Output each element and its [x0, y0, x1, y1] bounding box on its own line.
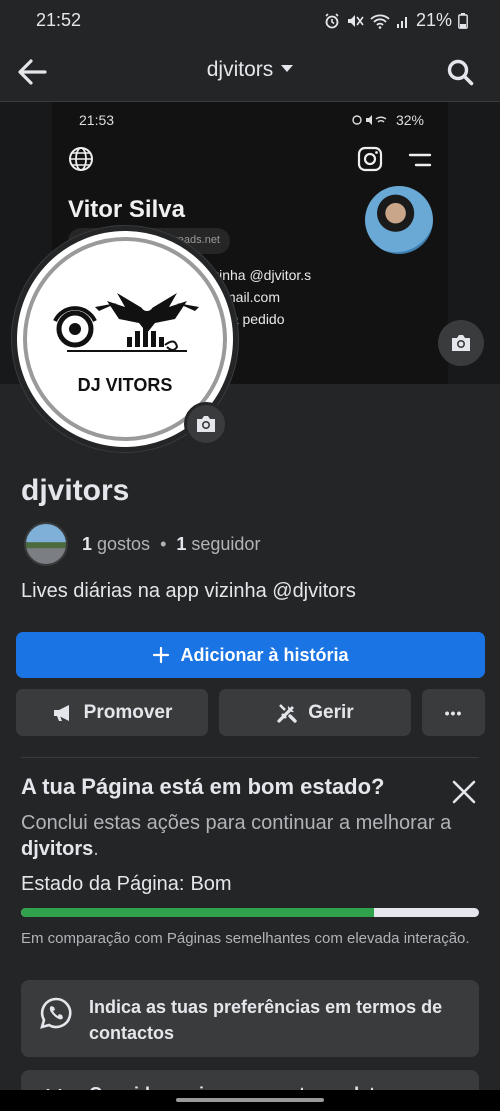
cover-profile-name: Vitor Silva [68, 196, 185, 223]
page-health-subtitle: Conclui estas ações para continuar a mel… [21, 810, 461, 862]
battery-icon [458, 12, 468, 29]
cover-status-icons: 32% [352, 112, 424, 128]
tools-icon [277, 703, 297, 723]
more-options-icon: ••• [444, 704, 463, 721]
top-app-bar: djvitors [0, 42, 500, 102]
promote-button[interactable]: Promover [16, 689, 208, 736]
likes-label: gostos [97, 533, 151, 554]
dismiss-health-button[interactable] [448, 776, 480, 808]
page-status-label: Estado da Página: [21, 873, 185, 895]
profile-logo-text: DJ VITORS [77, 375, 173, 395]
menu-icon [408, 152, 432, 173]
cover-avatar [365, 186, 433, 254]
stats-separator: • [160, 533, 167, 554]
page-status: Estado da Página: Bom [21, 873, 232, 896]
edit-profile-picture-button[interactable] [184, 402, 228, 446]
task-contact-preferences[interactable]: Indica as tuas preferências em termos de… [21, 980, 479, 1057]
plus-icon [153, 646, 170, 664]
page-status-value: Bom [190, 873, 232, 895]
cover-status-time: 21:53 [79, 112, 115, 128]
globe-icon [68, 146, 94, 177]
page-bio: Lives diárias na app vizinha @djvitors [21, 580, 356, 602]
page-switcher[interactable]: djvitors [0, 58, 500, 82]
page-health-comparison: Em comparação com Páginas semelhantes co… [21, 930, 470, 947]
page-stats[interactable]: 1 gostos • 1 seguidor [24, 522, 260, 566]
manage-label: Gerir [308, 701, 354, 723]
likes-count: 1 [82, 533, 93, 554]
search-button[interactable] [442, 54, 478, 90]
status-icons: 21% [324, 10, 468, 31]
add-to-story-label: Adicionar à história [180, 644, 349, 665]
health-subtitle-page: djvitors [21, 838, 94, 860]
liker-avatar [24, 522, 68, 566]
caret-down-icon [281, 64, 294, 72]
system-navigation-bar [0, 1090, 500, 1111]
followers-count: 1 [176, 533, 187, 554]
followers-label: seguidor [191, 533, 261, 554]
health-subtitle-text: Conclui estas ações para continuar a mel… [21, 812, 452, 834]
promote-label: Promover [83, 701, 173, 723]
add-to-story-button[interactable]: Adicionar à história [16, 632, 485, 678]
camera-icon [452, 335, 470, 351]
section-divider [21, 757, 479, 758]
page-health-title: A tua Página está em bom estado? [21, 774, 385, 799]
megaphone-icon [53, 704, 69, 721]
dj-logo-icon [53, 293, 199, 352]
search-icon [447, 59, 474, 86]
page-title: djvitors [21, 474, 130, 507]
alarm-icon [324, 12, 340, 29]
page-switcher-label: djvitors [206, 58, 274, 81]
task-contact-preferences-label: Indica as tuas preferências em termos de… [89, 997, 443, 1043]
manage-button[interactable]: Gerir [219, 689, 411, 736]
more-options-button[interactable]: ••• [422, 689, 485, 736]
whatsapp-icon [40, 997, 72, 1029]
cover-battery: 32% [395, 112, 424, 128]
page-health-progress-fill [21, 908, 374, 917]
status-time: 21:52 [36, 10, 82, 30]
battery-level: 21% [415, 10, 452, 30]
edit-cover-button[interactable] [438, 320, 484, 366]
instagram-icon [357, 146, 383, 177]
close-icon [452, 780, 476, 804]
home-gesture-handle[interactable] [176, 1098, 324, 1102]
mute-icon [346, 13, 364, 29]
signal-icon [396, 13, 410, 29]
wifi-icon [370, 13, 390, 29]
health-subtitle-end: . [93, 838, 99, 860]
camera-icon [197, 416, 215, 432]
page-health-progress [21, 908, 479, 917]
system-status-bar: 21:52 21% [0, 0, 500, 42]
